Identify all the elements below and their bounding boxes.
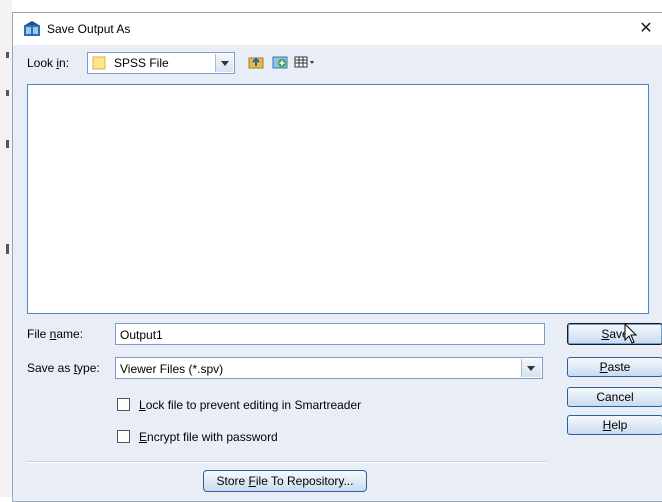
file-name-input[interactable]: Output1 xyxy=(115,323,545,345)
help-button[interactable]: Help xyxy=(567,415,662,435)
title-bar[interactable]: Save Output As ✕ xyxy=(13,13,662,45)
view-menu-icon[interactable] xyxy=(293,53,319,71)
look-in-label: Look in: xyxy=(27,56,70,70)
save-output-dialog: Save Output As ✕ Look in: SPSS File File… xyxy=(12,12,662,502)
save-as-type-value: Viewer Files (*.spv) xyxy=(120,362,224,376)
lock-file-label[interactable]: Lock file to prevent editing in Smartrea… xyxy=(139,398,361,412)
chevron-down-icon[interactable] xyxy=(521,359,541,377)
background-mark xyxy=(6,244,9,254)
look-in-dropdown[interactable]: SPSS File xyxy=(87,52,235,74)
spss-app-icon xyxy=(24,21,40,36)
file-list[interactable] xyxy=(27,84,649,314)
file-name-label: File name: xyxy=(27,327,84,341)
background-mark xyxy=(6,52,9,58)
background-mark xyxy=(6,90,9,96)
encrypt-file-checkbox[interactable] xyxy=(117,430,130,443)
lock-file-checkbox[interactable] xyxy=(117,398,130,411)
close-icon: ✕ xyxy=(639,20,653,37)
new-folder-icon[interactable] xyxy=(271,53,289,71)
save-button[interactable]: Save xyxy=(567,323,662,345)
background-app-edge xyxy=(0,0,12,497)
background-mark xyxy=(6,140,9,148)
store-file-to-repository-button[interactable]: Store File To Repository... xyxy=(203,470,367,492)
encrypt-file-label[interactable]: Encrypt file with password xyxy=(139,430,278,444)
folder-icon xyxy=(92,56,106,70)
close-button[interactable]: ✕ xyxy=(629,13,662,45)
chevron-down-icon[interactable] xyxy=(215,54,233,72)
cancel-button[interactable]: Cancel xyxy=(567,387,662,407)
mouse-cursor-icon xyxy=(624,323,638,344)
up-folder-icon[interactable] xyxy=(247,53,265,71)
dialog-title: Save Output As xyxy=(47,22,131,36)
separator xyxy=(27,461,547,463)
look-in-value: SPSS File xyxy=(114,56,169,70)
paste-button[interactable]: Paste xyxy=(567,357,662,377)
save-as-type-dropdown[interactable]: Viewer Files (*.spv) xyxy=(115,357,543,379)
save-as-type-label: Save as type: xyxy=(27,361,100,375)
